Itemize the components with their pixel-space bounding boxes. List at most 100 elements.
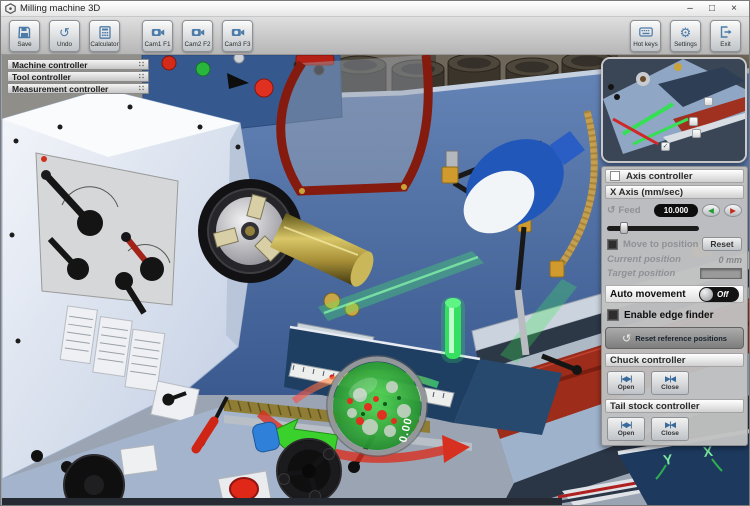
jog-right-button[interactable]: ▶ [724, 204, 742, 217]
feed-reset-icon[interactable]: ↺ [607, 205, 615, 216]
hot-keys-label: Hot keys [633, 41, 658, 48]
chuck-controller-title: Chuck controller [610, 355, 686, 366]
reset-reference-button[interactable]: ↺ Reset reference positions [605, 327, 744, 349]
measurement-magnifier [327, 356, 427, 456]
tailstock-close-button[interactable]: ▶|◀ Close [651, 417, 689, 441]
gizmo-handle[interactable] [692, 129, 701, 138]
camera-icon [191, 25, 205, 40]
close-icon[interactable]: × [723, 2, 745, 16]
auto-movement-bar: Auto movement Off [605, 285, 744, 303]
feed-label: Feed [618, 205, 640, 216]
target-position-row: Target position [605, 266, 744, 281]
undo-button[interactable]: ↺ Undo [49, 20, 80, 52]
settings-label: Settings [674, 41, 697, 48]
expand-icon: ∷ [139, 84, 144, 93]
save-label: Save [17, 41, 31, 48]
undo-icon: ↺ [59, 25, 70, 40]
current-position-label: Current position [607, 254, 681, 265]
calculator-label: Calculator [90, 41, 118, 48]
axis-controller-header[interactable]: Axis controller [605, 169, 744, 183]
chuck-open-icon: |◀▶| [621, 375, 632, 384]
feed-slider[interactable] [607, 221, 742, 234]
keyboard-icon [639, 25, 653, 40]
feed-row: ↺ Feed 10.000 ◀ ▶ [605, 201, 744, 219]
toggle-state: Off [717, 290, 728, 299]
tailstock-controller-title: Tail stock controller [610, 401, 700, 412]
machine-base [2, 498, 562, 506]
target-position-input[interactable] [700, 268, 742, 279]
app-window: Y X 0.00 Milling machine 3D – □ × Save ↺ [0, 0, 750, 506]
chuck-buttons: |◀▶| Open ▶|◀ Close [605, 369, 744, 399]
tailstock-open-icon: |◀▶| [621, 421, 632, 430]
tailstock-open-button[interactable]: |◀▶| Open [607, 417, 645, 441]
current-position-value: 0 mm [718, 255, 742, 265]
gizmo-handle[interactable] [689, 117, 698, 126]
machine-controller-panel[interactable]: Machine controller ∷ [7, 59, 149, 70]
gizmo-checkbox[interactable]: ✓ [661, 142, 670, 151]
edge-finder-checkbox[interactable] [607, 309, 619, 321]
move-to-position-row: Move to position Reset [605, 235, 744, 253]
check-icon: ✓ [663, 143, 669, 150]
save-icon [18, 25, 31, 40]
gear-icon: ⚙ [680, 25, 692, 40]
move-to-position-label: Move to position [623, 239, 698, 250]
controller-accordion: Machine controller ∷ Tool controller ∷ M… [7, 59, 149, 95]
camera-preview-scene [603, 59, 745, 161]
auto-movement-toggle[interactable]: Off [699, 287, 739, 302]
tailstock-close-label: Close [661, 430, 679, 437]
tailstock-close-icon: ▶|◀ [665, 421, 675, 430]
toolbar: Save ↺ Undo Calculator Cam1 F1 Cam2 F2 [1, 17, 749, 55]
tailstock-buttons: |◀▶| Open ▶|◀ Close [605, 415, 744, 441]
toggle-knob [700, 288, 713, 301]
save-button[interactable]: Save [9, 20, 40, 52]
hot-keys-button[interactable]: Hot keys [630, 20, 661, 52]
cam3-label: Cam3 F3 [225, 41, 251, 48]
axis-controller-checkbox[interactable] [610, 171, 620, 181]
maximize-icon[interactable]: □ [701, 2, 723, 16]
machine-controller-label: Machine controller [12, 60, 88, 70]
window-title: Milling machine 3D [20, 3, 100, 14]
settings-button[interactable]: ⚙ Settings [670, 20, 701, 52]
auto-movement-label: Auto movement [610, 289, 686, 300]
move-to-position-checkbox[interactable] [607, 239, 618, 250]
expand-icon: ∷ [139, 60, 144, 69]
cam1-label: Cam1 F1 [145, 41, 171, 48]
tailstock-controller-header[interactable]: Tail stock controller [605, 399, 744, 413]
cam3-button[interactable]: Cam3 F3 [222, 20, 253, 52]
reset-reference-label: Reset reference positions [635, 334, 727, 343]
measurement-controller-panel[interactable]: Measurement controller ∷ [7, 83, 149, 94]
gizmo-handle[interactable] [704, 97, 713, 106]
tailstock-open-label: Open [618, 430, 635, 437]
feed-value[interactable]: 10.000 [654, 204, 698, 217]
target-position-label: Target position [607, 268, 675, 279]
exit-icon [720, 25, 732, 40]
calculator-button[interactable]: Calculator [89, 20, 120, 52]
tool-controller-panel[interactable]: Tool controller ∷ [7, 71, 149, 82]
chuck-controller-header[interactable]: Chuck controller [605, 353, 744, 367]
cam1-button[interactable]: Cam1 F1 [142, 20, 173, 52]
x-axis-title: X Axis (mm/sec) [610, 187, 683, 198]
expand-icon: ∷ [139, 72, 144, 81]
edge-finder-row: Enable edge finder [605, 306, 744, 324]
feed-slider-knob[interactable] [620, 222, 628, 234]
chuck-close-button[interactable]: ▶|◀ Close [651, 371, 689, 395]
chuck-open-button[interactable]: |◀▶| Open [607, 371, 645, 395]
camera-preview[interactable]: ✓ [601, 57, 747, 163]
undo-label: Undo [57, 41, 72, 48]
reset-button[interactable]: Reset [702, 237, 742, 251]
current-position-row: Current position 0 mm [605, 253, 744, 266]
axis-control-panel: Axis controller X Axis (mm/sec) ↺ Feed 1… [601, 166, 748, 446]
measurement-controller-label: Measurement controller [12, 84, 108, 94]
minimize-icon[interactable]: – [679, 2, 701, 16]
x-axis-header[interactable]: X Axis (mm/sec) [605, 185, 744, 199]
chuck-close-icon: ▶|◀ [665, 375, 675, 384]
camera-icon [151, 25, 165, 40]
exit-button[interactable]: Exit [710, 20, 741, 52]
chip-guard [281, 55, 429, 194]
axis-controller-title: Axis controller [626, 171, 693, 182]
chuck-close-label: Close [661, 384, 679, 391]
cam2-button[interactable]: Cam2 F2 [182, 20, 213, 52]
edge-finder-label: Enable edge finder [624, 310, 713, 321]
undo-icon: ↺ [622, 332, 631, 345]
jog-left-button[interactable]: ◀ [702, 204, 720, 217]
